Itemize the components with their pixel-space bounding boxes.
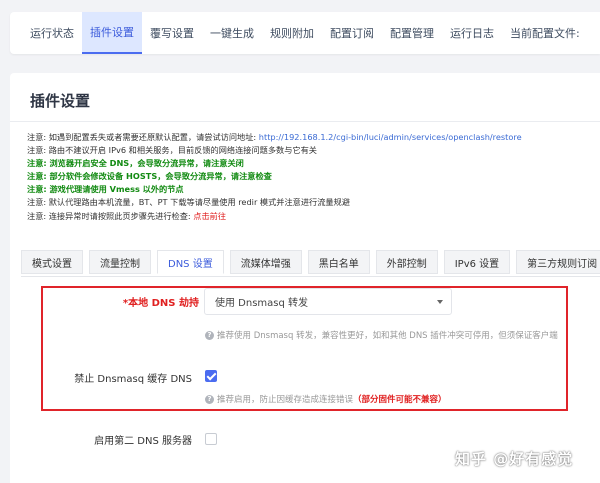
tab-plugin-settings[interactable]: 插件设置 [82,12,142,54]
dns-hijack-value: 使用 Dnsmasq 转发 [215,298,309,309]
settings-panel: 插件设置 注意: 如遇到配置丢失或者需要还原默认配置，请尝试访问地址: http… [10,73,600,483]
note-connection-check: 注意: 连接异常时请按照此页步骤先进行检查: 点击前往 [27,210,227,221]
second-dns-label: 启用第二 DNS 服务器 [94,436,192,447]
restore-link[interactable]: http://192.168.1.2/cgi-bin/luci/admin/se… [259,132,522,142]
tab-rule-append[interactable]: 规则附加 [262,12,322,54]
second-dns-checkbox[interactable] [205,433,217,445]
dns-hijack-select[interactable]: 使用 Dnsmasq 转发 [204,288,452,315]
subtab-blackwhite-list[interactable]: 黑白名单 [307,250,370,274]
watermark-text: 知乎 @好有感觉 [455,450,574,468]
title-divider [10,121,600,122]
settings-subtabs: 模式设置 流量控制 DNS 设置 流媒体增强 黑白名单 外部控制 IPv6 设置… [21,250,600,276]
tab-run-log[interactable]: 运行日志 [442,12,502,54]
note-game-proxy: 注意: 游戏代理请使用 Vmess 以外的节点 [27,184,184,195]
go-check-link[interactable]: 点击前往 [193,211,226,221]
dnsmasq-cache-label: 禁止 Dnsmasq 缓存 DNS [74,374,192,385]
chevron-down-icon [437,300,443,304]
tab-config-manage[interactable]: 配置管理 [382,12,442,54]
subtab-external-control[interactable]: 外部控制 [375,250,438,274]
subtab-streaming[interactable]: 流媒体增强 [229,250,302,274]
subtab-third-party-rules[interactable]: 第三方规则订阅 [516,250,600,274]
subtab-dns[interactable]: DNS 设置 [157,250,224,274]
notes-list: 注意: 如遇到配置丢失或者需要还原默认配置，请尝试访问地址: http://19… [27,131,599,223]
top-nav: 运行状态 插件设置 覆写设置 一键生成 规则附加 配置订阅 配置管理 运行日志 … [10,12,600,54]
help-icon: ? [205,330,214,340]
tab-override-settings[interactable]: 覆写设置 [142,12,202,54]
tab-one-click-generate[interactable]: 一键生成 [202,12,262,54]
note-secure-dns: 注意: 浏览器开启安全 DNS，会导致分流异常，请注意关闭 [27,158,244,169]
note-ipv6: 注意: 路由不建议开启 IPv6 和相关服务，目前反馈的网络连接问题多数与它有关 [27,145,317,156]
note-local-traffic: 注意: 默认代理路由本机流量，BT、PT 下载等请尽量使用 redir 模式并注… [27,197,350,208]
tab-current-config: 当前配置文件: [510,27,580,40]
note-hosts: 注意: 部分软件会修改设备 HOSTS，会导致分流异常，请注意检查 [27,171,272,182]
dns-hijack-hint: ? 推荐使用 Dnsmasq 转发，兼容性更好，如和其他 DNS 插件冲突可停用… [205,329,558,341]
note-restore: 注意: 如遇到配置丢失或者需要还原默认配置，请尝试访问地址: http://19… [27,132,522,142]
tab-config-subscribe[interactable]: 配置订阅 [322,12,382,54]
subtab-mode[interactable]: 模式设置 [21,250,83,274]
dnsmasq-cache-hint: ? 推荐启用，防止因缓存造成连接错误 （部分固件可能不兼容） [205,393,447,405]
help-icon: ? [205,394,214,404]
dnsmasq-cache-checkbox[interactable] [205,370,217,382]
page-title: 插件设置 [30,92,91,110]
dns-hijack-label: *本地 DNS 劫持 [122,298,199,309]
tab-status[interactable]: 运行状态 [22,12,82,54]
subtab-traffic-control[interactable]: 流量控制 [89,250,151,274]
subtab-ipv6[interactable]: IPv6 设置 [443,250,511,274]
subtab-underline [21,276,600,277]
